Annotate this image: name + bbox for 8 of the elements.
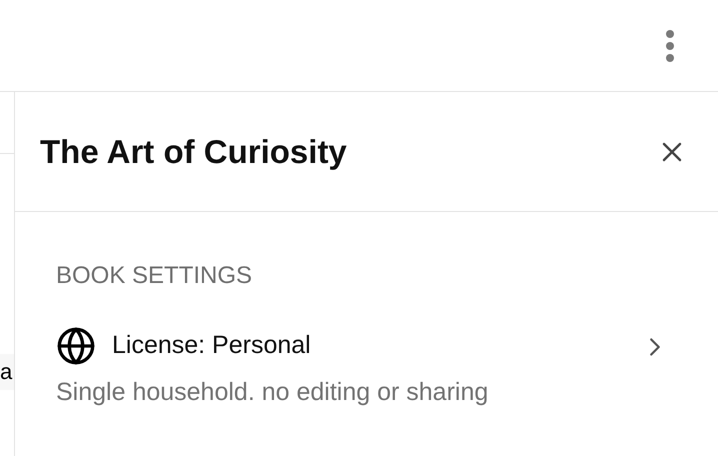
more-vertical-icon <box>666 30 674 62</box>
section-heading: BOOK SETTINGS <box>56 264 254 288</box>
panel-title: The Art of Curiosity <box>40 132 347 172</box>
settings-item[interactable]: License: Personal Single household. no editing or sharing <box>56 326 670 412</box>
globe-icon <box>56 326 96 366</box>
setting-description: Single household. no editing or sharing <box>56 377 490 408</box>
setting-label: License: Personal <box>112 330 311 362</box>
background-text: a <box>0 361 12 383</box>
